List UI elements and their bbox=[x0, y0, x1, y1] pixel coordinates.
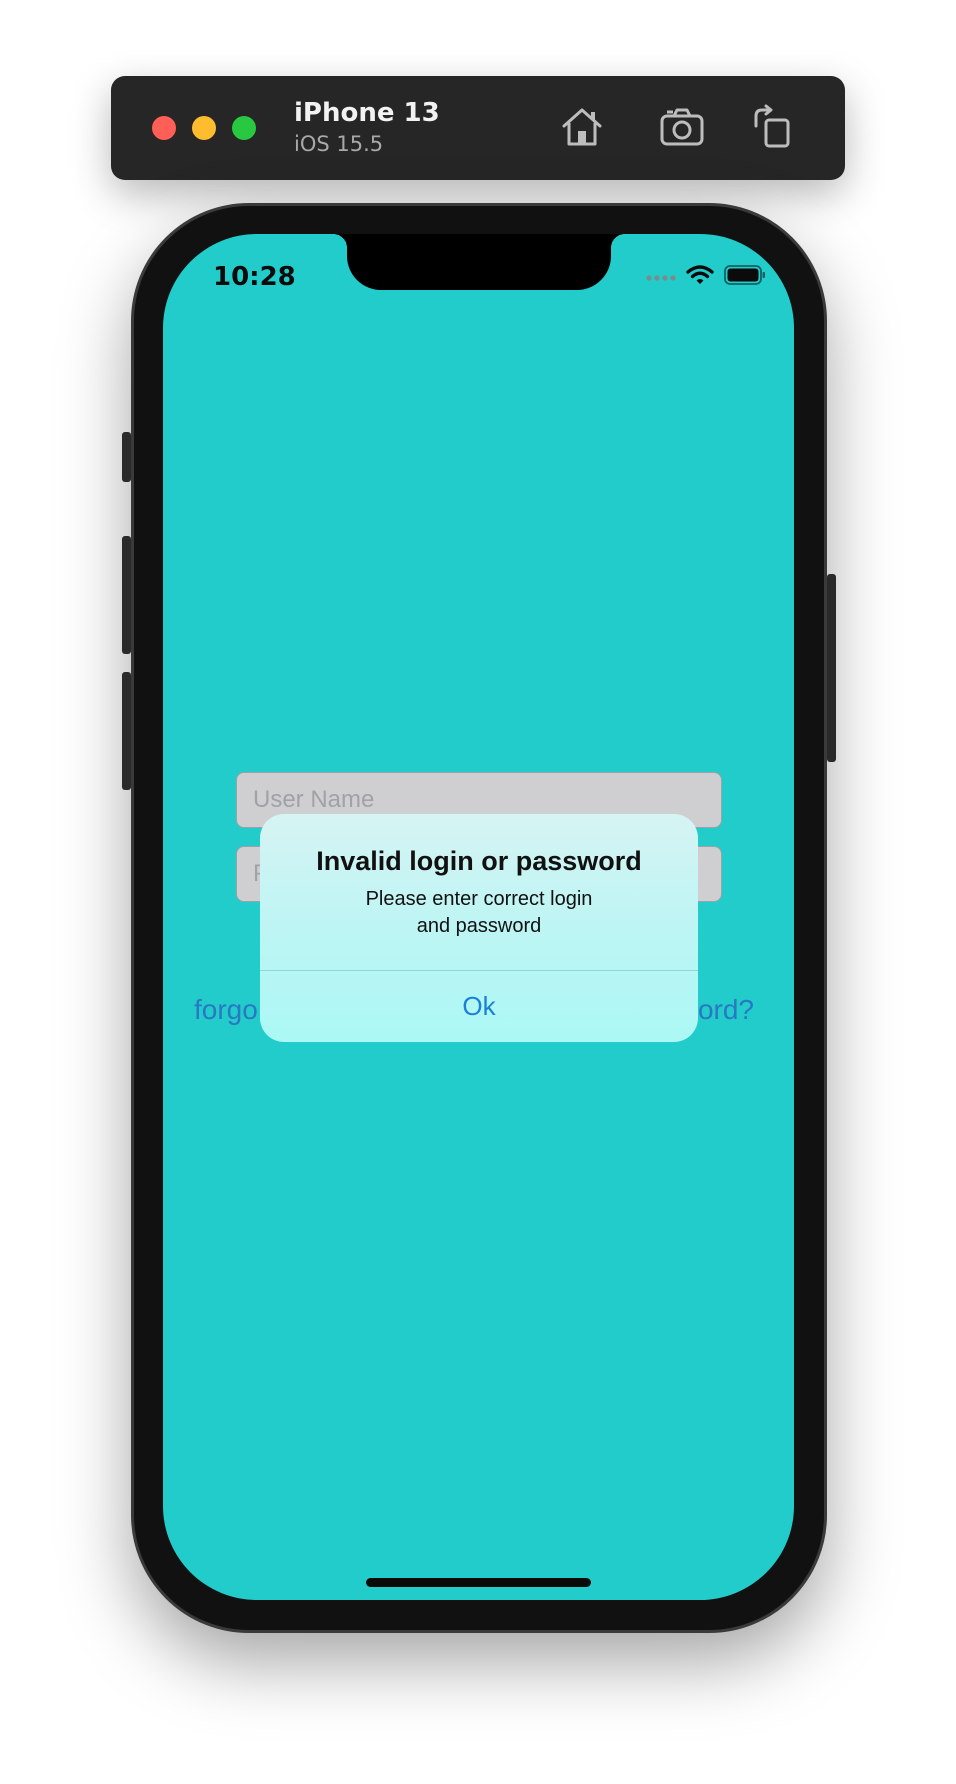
power-button bbox=[827, 574, 836, 762]
status-icons bbox=[646, 264, 766, 291]
forgot-link-right-text: ord? bbox=[697, 994, 754, 1025]
close-window-button[interactable] bbox=[152, 116, 176, 140]
volume-up-button bbox=[122, 536, 131, 654]
home-icon[interactable] bbox=[559, 104, 605, 150]
wifi-icon bbox=[686, 264, 714, 291]
forgot-link-left-text: forgo bbox=[194, 994, 258, 1025]
device-os-version: iOS 15.5 bbox=[294, 132, 384, 156]
error-alert-dialog: Invalid login or password Please enter c… bbox=[260, 814, 698, 1042]
alert-message-line-2: and password bbox=[416, 915, 542, 937]
screenshot-icon[interactable] bbox=[659, 104, 705, 150]
notch bbox=[333, 234, 625, 290]
alert-message-line-1: Please enter correct login bbox=[365, 888, 593, 910]
battery-icon bbox=[724, 265, 766, 290]
status-time: 10:28 bbox=[213, 262, 296, 292]
alert-message: Please enter correct login and password bbox=[330, 886, 628, 940]
home-indicator[interactable] bbox=[366, 1578, 591, 1587]
phone-screen: 10:28 User Name forgo ord? Invalid login… bbox=[163, 234, 794, 1600]
alert-title: Invalid login or password bbox=[316, 846, 642, 876]
cellular-dots-icon bbox=[646, 269, 676, 287]
device-name: iPhone 13 bbox=[294, 98, 440, 128]
simulator-title-bar bbox=[111, 76, 845, 180]
silent-switch bbox=[122, 432, 131, 482]
volume-down-button bbox=[122, 672, 131, 790]
rotate-icon[interactable] bbox=[750, 104, 796, 150]
alert-ok-button[interactable]: Ok bbox=[260, 971, 698, 1042]
username-placeholder: User Name bbox=[253, 786, 375, 813]
zoom-window-button[interactable] bbox=[232, 116, 256, 140]
minimize-window-button[interactable] bbox=[192, 116, 216, 140]
